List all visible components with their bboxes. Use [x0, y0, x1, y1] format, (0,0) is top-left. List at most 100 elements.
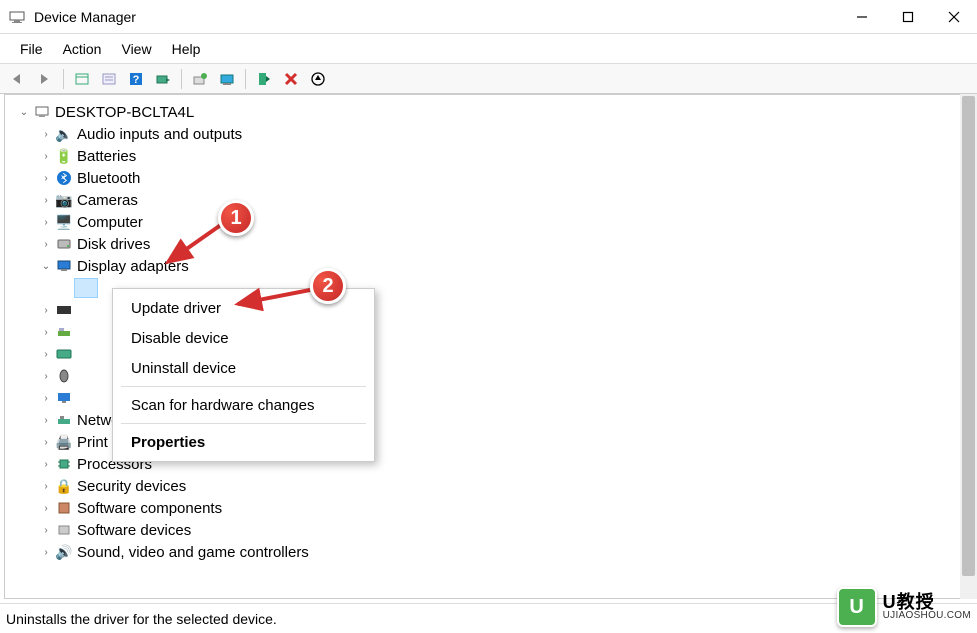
node-label: Computer [77, 214, 143, 231]
security-icon: 🔒 [55, 477, 73, 495]
chevron-right-icon[interactable]: › [39, 437, 53, 448]
ctx-uninstall-device[interactable]: Uninstall device [113, 353, 374, 383]
sound-icon: 🔊 [55, 543, 73, 561]
node-label: Sound, video and game controllers [77, 544, 309, 561]
network-icon [55, 411, 73, 429]
titlebar: Device Manager [0, 0, 977, 34]
tree-node-audio[interactable]: › 🔈 Audio inputs and outputs [5, 123, 972, 145]
chevron-right-icon[interactable]: › [39, 525, 53, 536]
watermark-badge: U [837, 587, 877, 627]
annotation-arrow-2 [232, 282, 317, 312]
chevron-right-icon[interactable]: › [39, 459, 53, 470]
chevron-right-icon[interactable]: › [39, 173, 53, 184]
chevron-right-icon[interactable]: › [39, 349, 53, 360]
menu-view[interactable]: View [111, 37, 161, 61]
keyboard-icon [55, 345, 73, 363]
ctx-disable-device[interactable]: Disable device [113, 323, 374, 353]
minimize-button[interactable] [839, 0, 885, 34]
root-label: DESKTOP-BCLTA4L [55, 104, 194, 121]
back-button[interactable] [6, 67, 30, 91]
chevron-right-icon[interactable]: › [39, 547, 53, 558]
ctx-separator [121, 386, 366, 387]
menubar: File Action View Help [0, 34, 977, 64]
node-label: Audio inputs and outputs [77, 126, 242, 143]
chevron-right-icon[interactable]: › [39, 239, 53, 250]
node-label: Software devices [77, 522, 191, 539]
callout-2: 2 [310, 268, 346, 304]
uninstall-button[interactable] [279, 67, 303, 91]
status-text: Uninstalls the driver for the selected d… [6, 611, 277, 627]
tree-node-cameras[interactable]: › 📷 Cameras [5, 189, 972, 211]
tree-node-software-components[interactable]: › Software components [5, 497, 972, 519]
chevron-right-icon[interactable]: › [39, 393, 53, 404]
app-icon [8, 8, 26, 26]
enable-device-button[interactable] [252, 67, 276, 91]
svg-text:?: ? [133, 74, 140, 86]
tree-node-display-adapters[interactable]: ⌄ Display adapters [5, 255, 972, 277]
chevron-right-icon[interactable]: › [39, 415, 53, 426]
chevron-right-icon[interactable]: › [39, 195, 53, 206]
add-legacy-button[interactable] [306, 67, 330, 91]
chevron-down-icon[interactable]: ⌄ [17, 107, 31, 118]
window-title: Device Manager [34, 9, 839, 25]
statusbar: Uninstalls the driver for the selected d… [0, 603, 977, 633]
tree-node-bluetooth[interactable]: › Bluetooth [5, 167, 972, 189]
node-label: Cameras [77, 192, 138, 209]
watermark: U U教授 UJIAOSHOU.COM [837, 587, 971, 627]
chevron-right-icon[interactable]: › [39, 327, 53, 338]
chevron-right-icon[interactable]: › [39, 503, 53, 514]
tree-node-batteries[interactable]: › 🔋 Batteries [5, 145, 972, 167]
tree-node-disk[interactable]: › Disk drives [5, 233, 972, 255]
tree-root[interactable]: ⌄ DESKTOP-BCLTA4L [5, 101, 972, 123]
ctx-separator [121, 423, 366, 424]
context-menu: Update driver Disable device Uninstall d… [112, 288, 375, 462]
watermark-brand: U教授 [883, 593, 971, 611]
tree-node-computer[interactable]: › 🖥️ Computer [5, 211, 972, 233]
computer-icon [33, 103, 51, 121]
monitor-icon [55, 389, 73, 407]
component-icon [55, 499, 73, 517]
camera-icon: 📷 [55, 191, 73, 209]
tree-node-sound[interactable]: › 🔊 Sound, video and game controllers [5, 541, 972, 563]
monitor-icon: 🖥️ [55, 213, 73, 231]
help-button[interactable]: ? [124, 67, 148, 91]
disable-button[interactable] [215, 67, 239, 91]
node-label: Software components [77, 500, 222, 517]
selected-device-placeholder [75, 279, 97, 297]
properties-button[interactable] [97, 67, 121, 91]
scrollbar-thumb[interactable] [962, 96, 975, 576]
menu-file[interactable]: File [10, 37, 53, 61]
toolbar-separator [63, 69, 64, 89]
chevron-right-icon[interactable]: › [39, 371, 53, 382]
device-icon [55, 323, 73, 341]
software-icon [55, 521, 73, 539]
maximize-button[interactable] [885, 0, 931, 34]
ctx-scan-hardware[interactable]: Scan for hardware changes [113, 390, 374, 420]
chevron-right-icon[interactable]: › [39, 217, 53, 228]
node-label: Bluetooth [77, 170, 140, 187]
toolbar: ? [0, 64, 977, 94]
toolbar-separator [245, 69, 246, 89]
chevron-right-icon[interactable]: › [39, 305, 53, 316]
menu-help[interactable]: Help [162, 37, 211, 61]
tree-node-security[interactable]: › 🔒 Security devices [5, 475, 972, 497]
show-hidden-button[interactable] [70, 67, 94, 91]
callout-1: 1 [218, 200, 254, 236]
close-button[interactable] [931, 0, 977, 34]
chevron-right-icon[interactable]: › [39, 151, 53, 162]
chevron-right-icon[interactable]: › [39, 481, 53, 492]
mouse-icon [55, 367, 73, 385]
tree-node-software-devices[interactable]: › Software devices [5, 519, 972, 541]
chevron-down-icon[interactable]: ⌄ [39, 261, 53, 272]
device-icon [55, 301, 73, 319]
scan-button[interactable] [151, 67, 175, 91]
menu-action[interactable]: Action [53, 37, 112, 61]
forward-button[interactable] [33, 67, 57, 91]
chevron-right-icon[interactable]: › [39, 129, 53, 140]
vertical-scrollbar[interactable] [960, 94, 977, 599]
watermark-url: UJIAOSHOU.COM [883, 611, 971, 621]
update-driver-button[interactable] [188, 67, 212, 91]
battery-icon: 🔋 [55, 147, 73, 165]
cpu-icon [55, 455, 73, 473]
ctx-properties[interactable]: Properties [113, 427, 374, 457]
